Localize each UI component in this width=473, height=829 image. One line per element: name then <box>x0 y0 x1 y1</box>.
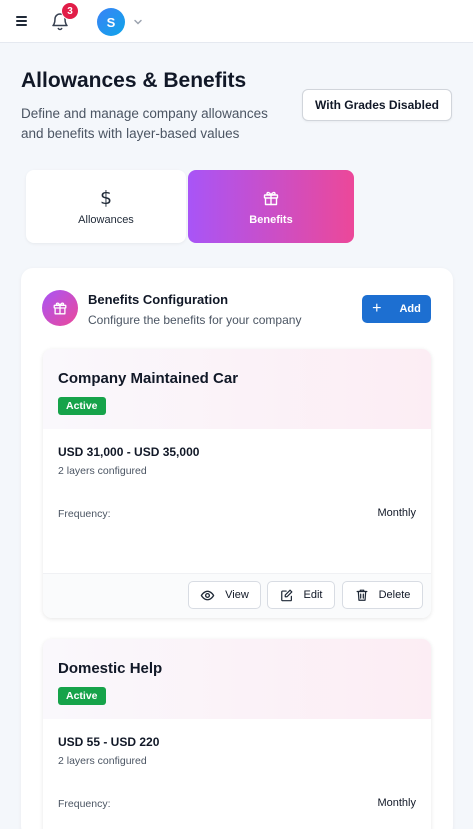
delete-label: Delete <box>378 589 411 601</box>
page-subtitle: Define and manage company allowances and… <box>21 106 268 141</box>
frequency-label: Frequency: <box>58 508 111 520</box>
benefit-range: USD 31,000 - USD 35,000 <box>58 445 200 459</box>
avatar[interactable]: S <box>97 8 125 36</box>
frequency-value: Monthly <box>377 797 416 809</box>
frequency-value: Monthly <box>377 507 416 519</box>
page-title: Allowances & Benefits <box>21 69 247 92</box>
frequency-label: Frequency: <box>58 798 111 810</box>
benefit-range: USD 55 - USD 220 <box>58 735 160 749</box>
section-title: Benefits Configuration <box>88 292 229 307</box>
chevron-down-icon[interactable] <box>132 15 144 27</box>
edit-button[interactable]: Edit <box>267 581 335 609</box>
eye-icon <box>200 588 215 603</box>
card-header <box>43 639 431 719</box>
status-badge: Active <box>58 687 106 705</box>
view-button[interactable]: View <box>188 581 261 609</box>
gift-icon <box>42 290 78 326</box>
status-badge: Active <box>58 397 106 415</box>
tab-label: Allowances <box>78 213 134 226</box>
grades-toggle-button[interactable]: With Grades Disabled <box>302 89 452 121</box>
edit-icon <box>280 588 294 602</box>
add-benefit-button[interactable]: + Add <box>362 295 431 323</box>
view-label: View <box>225 589 249 601</box>
edit-label: Edit <box>303 589 323 601</box>
trash-icon <box>355 588 369 602</box>
tab-label: Benefits <box>249 213 293 226</box>
section-subtitle: Configure the benefits for your company <box>88 313 302 327</box>
dollar-icon: $ <box>99 186 113 209</box>
benefit-card: Company Maintained Car Active USD 31,000… <box>43 349 431 618</box>
delete-button[interactable]: Delete <box>342 581 423 609</box>
top-bar: 3 S <box>0 0 473 43</box>
notification-badge: 3 <box>61 2 79 20</box>
card-header <box>43 349 431 429</box>
benefit-name: Company Maintained Car <box>58 370 239 387</box>
benefit-layers: 2 layers configured <box>58 755 147 767</box>
benefit-layers: 2 layers configured <box>58 465 147 477</box>
plus-icon: + <box>372 300 382 317</box>
menu-icon[interactable] <box>14 13 30 29</box>
benefit-name: Domestic Help <box>58 660 163 677</box>
tab-benefits[interactable]: Benefits <box>188 170 354 243</box>
benefit-card: Domestic Help Active USD 55 - USD 220 2 … <box>43 639 431 829</box>
add-button-label: Add <box>399 303 421 315</box>
tab-allowances[interactable]: $ Allowances <box>26 170 186 243</box>
gift-icon <box>262 188 280 208</box>
